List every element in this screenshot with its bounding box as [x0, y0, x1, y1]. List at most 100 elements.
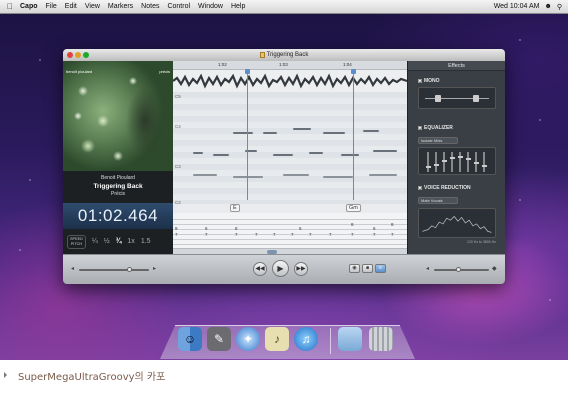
- volume-slider-knob[interactable]: [127, 267, 132, 272]
- menu-app[interactable]: Capo: [20, 3, 38, 10]
- mono-checkbox[interactable]: ✓: [418, 79, 422, 84]
- eq-band-knob[interactable]: [465, 158, 471, 160]
- speed-half[interactable]: ½: [104, 238, 110, 245]
- tab-string: [173, 239, 407, 240]
- playhead-handle[interactable]: [351, 69, 356, 74]
- trash-icon[interactable]: [369, 327, 393, 351]
- tablature[interactable]: 9 6 8 6 8 6 8 7 7 7 7 7 7 7 7 7 7 7: [173, 213, 407, 248]
- spectrogram-editor[interactable]: 1:02 1:03 1:04 C5 C4 C3 C2 E Gm 9 6 8 6 …: [173, 61, 407, 254]
- octave-label: C3: [175, 164, 181, 169]
- view-toggle-button[interactable]: ■: [362, 264, 373, 273]
- effects-title: Effects: [408, 61, 505, 71]
- eq-band[interactable]: [425, 152, 431, 172]
- eq-band[interactable]: [465, 152, 471, 172]
- equalizer-checkbox[interactable]: ✓: [418, 126, 422, 131]
- eq-band[interactable]: [473, 152, 479, 172]
- window-titlebar[interactable]: Triggering Back: [63, 49, 505, 61]
- finder-icon[interactable]: ☺: [178, 327, 202, 351]
- eq-band-knob[interactable]: [473, 162, 479, 164]
- track-meta: Benoit Pioulard Triggering Back Précis: [63, 171, 173, 203]
- effects-toggle-button[interactable]: ≡: [375, 264, 386, 273]
- menu-edit[interactable]: Edit: [65, 3, 77, 10]
- voice-reduction-spectrum[interactable]: [418, 208, 496, 238]
- equalizer-bands[interactable]: [418, 147, 496, 175]
- itunes-icon[interactable]: ♫: [294, 327, 318, 351]
- tab-note: 7: [291, 232, 294, 237]
- tab-note: 7: [351, 232, 354, 237]
- playhead[interactable]: [353, 70, 354, 200]
- tab-note: 7: [309, 232, 312, 237]
- voice-reduction-header[interactable]: ✓ VOICE REDUCTION: [418, 185, 471, 191]
- balance-left-handle[interactable]: [435, 95, 441, 102]
- play-button[interactable]: ▶: [272, 260, 289, 277]
- spectrogram[interactable]: C5 C4 C3 C2: [173, 92, 407, 205]
- volume-slider[interactable]: [79, 267, 149, 272]
- note-bar: [309, 152, 323, 154]
- pitch-label: PITCH: [70, 241, 83, 246]
- note-bar: [323, 176, 353, 178]
- mono-balance-control[interactable]: [418, 87, 496, 109]
- eq-band[interactable]: [481, 152, 487, 172]
- timeline-ruler[interactable]: 1:02 1:03 1:04: [173, 61, 407, 70]
- mono-header[interactable]: ✓ MONO: [418, 78, 440, 84]
- voice-reduction-preset-select[interactable]: Male Vocals: [418, 197, 458, 204]
- speed-one-and-half[interactable]: 1.5: [141, 238, 151, 245]
- close-button[interactable]: [67, 52, 73, 58]
- chord-marker-e[interactable]: E: [230, 204, 240, 212]
- eq-band-knob[interactable]: [481, 165, 487, 167]
- equalizer-header[interactable]: ✓ EQUALIZER: [418, 125, 453, 131]
- zoom-slider-knob[interactable]: [456, 267, 461, 272]
- voice-reduction-checkbox[interactable]: ✓: [418, 186, 422, 191]
- loop-start-handle[interactable]: [245, 69, 250, 74]
- eq-band[interactable]: [441, 152, 447, 172]
- eq-band[interactable]: [457, 152, 463, 172]
- eq-band[interactable]: [433, 152, 439, 172]
- artwork-artist-text: benoit pioulard: [66, 69, 93, 74]
- equalizer-preset-select[interactable]: Isolate Mids: [418, 137, 458, 144]
- safari-icon[interactable]: ✦: [236, 327, 260, 351]
- eq-band-knob[interactable]: [449, 157, 455, 159]
- eq-band-knob[interactable]: [433, 164, 439, 166]
- zoom-slider[interactable]: [434, 267, 489, 272]
- menu-view[interactable]: View: [85, 3, 100, 10]
- tab-note: 7: [175, 232, 178, 237]
- speed-three-quarter[interactable]: ¾: [116, 238, 122, 245]
- track-title: Triggering Back: [93, 183, 143, 190]
- speed-normal[interactable]: 1x: [127, 238, 134, 245]
- preview-icon[interactable]: ✎: [207, 327, 231, 351]
- menu-markers[interactable]: Markers: [108, 3, 133, 10]
- speed-quarter[interactable]: ¼: [92, 238, 98, 245]
- camera-button[interactable]: ◉: [349, 264, 360, 273]
- menu-file[interactable]: File: [46, 3, 57, 10]
- tab-note: 9: [175, 226, 178, 231]
- eq-band[interactable]: [449, 152, 455, 172]
- menu-control[interactable]: Control: [167, 3, 190, 10]
- rewind-button[interactable]: ◀◀: [253, 262, 267, 276]
- menu-clock[interactable]: Wed 10:04 AM: [494, 3, 540, 10]
- eq-band-knob[interactable]: [425, 166, 431, 168]
- apple-icon[interactable]: : [4, 2, 16, 11]
- minimize-button[interactable]: [75, 52, 81, 58]
- tab-note: 7: [329, 232, 332, 237]
- loop-start-marker[interactable]: [247, 70, 248, 200]
- spotlight-icon[interactable]: ⚲: [557, 3, 562, 11]
- tab-note: 7: [373, 232, 376, 237]
- tab-string: [173, 224, 407, 225]
- eq-band-knob[interactable]: [441, 160, 447, 162]
- balance-right-handle[interactable]: [473, 95, 479, 102]
- menu-notes[interactable]: Notes: [141, 3, 159, 10]
- menu-help[interactable]: Help: [231, 3, 245, 10]
- zoom-button[interactable]: [83, 52, 89, 58]
- speed-pitch-toggle[interactable]: SPEED PITCH: [67, 234, 86, 249]
- waveform[interactable]: [173, 70, 407, 92]
- tab-note: 6: [373, 226, 376, 231]
- note-bar: [363, 130, 379, 132]
- eq-band-knob[interactable]: [457, 156, 463, 158]
- user-icon[interactable]: ☻: [544, 3, 551, 10]
- folder-icon[interactable]: [338, 327, 362, 351]
- menu-window[interactable]: Window: [198, 3, 223, 10]
- chord-marker-gm[interactable]: Gm: [346, 204, 361, 212]
- screenshot:  Capo File Edit View Markers Notes Cont…: [0, 0, 568, 360]
- capo-icon[interactable]: ♪: [265, 327, 289, 351]
- fast-forward-button[interactable]: ▶▶: [294, 262, 308, 276]
